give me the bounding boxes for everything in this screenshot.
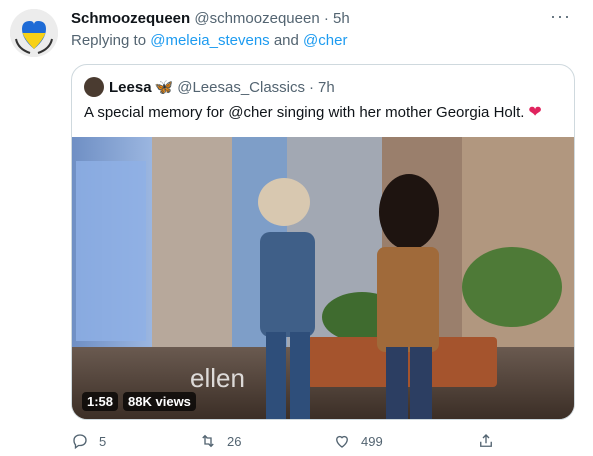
like-count: 499 (361, 433, 383, 449)
quoted-avatar (84, 77, 104, 97)
mention-link[interactable]: @meleia_stevens (150, 32, 269, 49)
share-icon (480, 434, 492, 447)
quoted-header: Leesa 🦋 @Leesas_Classics · 7h (84, 77, 335, 97)
reply-count: 5 (99, 433, 107, 449)
reply-icon (73, 434, 87, 450)
separator: · (309, 78, 315, 96)
and-word: and (273, 32, 299, 49)
user-handle[interactable]: @schmoozequeen (194, 10, 319, 27)
retweet-icon (202, 434, 214, 448)
video-player[interactable]: ellen 1:58 88K views (72, 137, 574, 419)
like-button[interactable]: 499 (333, 432, 383, 450)
quoted-text-row: A special memory for @cher singing with … (84, 102, 542, 122)
mention-link[interactable]: @cher (303, 32, 347, 49)
video-duration: 1:58 (82, 392, 119, 411)
like-icon (336, 435, 348, 448)
share-button[interactable] (477, 432, 495, 450)
reply-button[interactable]: 5 (71, 432, 106, 450)
action-bar: 5 26 499 (71, 432, 501, 454)
retweet-button[interactable]: 26 (199, 432, 241, 450)
quoted-time: 7h (318, 78, 335, 96)
video-frame (72, 137, 574, 419)
tweet-header: Schmoozequeen @schmoozequeen · 5h (71, 10, 350, 27)
quoted-text: A special memory for @cher singing with … (84, 104, 525, 121)
quoted-tweet[interactable]: Leesa 🦋 @Leesas_Classics · 7h A special … (71, 64, 575, 420)
quoted-display-name: Leesa (109, 78, 152, 96)
retweet-count: 26 (227, 433, 242, 449)
video-badges: 1:58 88K views (82, 392, 196, 411)
tweet-time[interactable]: 5h (333, 10, 350, 27)
butterfly-emoji: 🦋 (154, 79, 174, 96)
video-watermark: ellen (190, 363, 245, 393)
more-icon[interactable]: ··· (550, 6, 571, 27)
avatar[interactable] (10, 9, 58, 57)
replying-to: Replying to @meleia_stevens and @cher (71, 32, 347, 49)
video-views: 88K views (123, 392, 196, 411)
replying-prefix: Replying to (71, 32, 147, 49)
quoted-handle: @Leesas_Classics (177, 78, 306, 96)
heart-emoji: ❤ (528, 104, 542, 121)
display-name[interactable]: Schmoozequeen (71, 10, 190, 27)
avatar-image (10, 9, 58, 57)
separator: · (323, 10, 329, 27)
